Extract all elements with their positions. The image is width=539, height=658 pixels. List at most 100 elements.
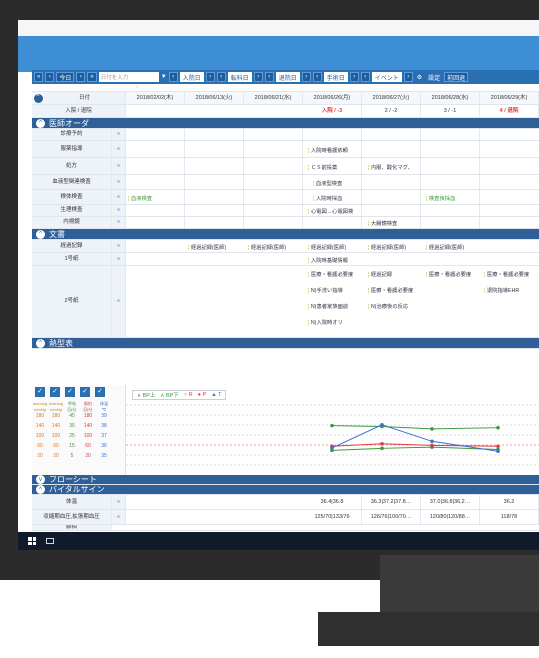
prev-surgery-button[interactable]: ‹: [312, 72, 322, 82]
series-checkbox[interactable]: ✓: [80, 387, 90, 397]
next-button[interactable]: ›: [76, 72, 86, 82]
settings-label[interactable]: 設定: [426, 73, 442, 82]
task-view-icon[interactable]: [46, 538, 54, 544]
last-page-button[interactable]: »: [87, 72, 97, 82]
next-transfer-button[interactable]: ›: [253, 72, 263, 82]
first-page-button[interactable]: «: [34, 72, 44, 82]
grid-line: [479, 175, 480, 189]
document-row: 経過記録 « 経過記録(医師) 経過記録(医師) 経過記録(医師) 経過記録(医師) 経過…: [32, 240, 539, 253]
section-orders[interactable]: ^ 医師オーダ: [32, 118, 539, 129]
expand-icon[interactable]: «: [112, 158, 126, 174]
expand-icon[interactable]: «: [112, 205, 126, 216]
chevron-up-icon[interactable]: ^: [36, 485, 45, 494]
order-row-label: 検体検査: [32, 190, 112, 204]
date-col-1[interactable]: 2018/06/13(火): [185, 92, 244, 104]
prev-transfer-button[interactable]: ‹: [216, 72, 226, 82]
series-checkbox[interactable]: ✓: [50, 387, 60, 397]
next-surgery-button[interactable]: ›: [349, 72, 359, 82]
expand-icon[interactable]: «: [112, 495, 126, 509]
date-col-3[interactable]: 2018/06/26(月): [303, 92, 362, 104]
scale-tick: 100: [35, 433, 45, 439]
next-admission-button[interactable]: ›: [205, 72, 215, 82]
expand-icon[interactable]: «: [112, 240, 126, 252]
gear-icon[interactable]: ⚙: [415, 74, 424, 81]
chevron-down-icon[interactable]: v: [36, 475, 45, 484]
date-col-6[interactable]: 2018/06/29(木): [480, 92, 539, 104]
nursing-doc-entry[interactable]: N)手洗い指導: [308, 286, 343, 294]
progress-note-entry[interactable]: 経過記録(医師): [308, 243, 346, 251]
last-discharge-button[interactable]: 前回退: [444, 72, 469, 82]
order-entry[interactable]: 内服、酸化マグ、: [368, 163, 413, 171]
dropdown-caret-icon[interactable]: ▼: [161, 74, 167, 80]
next-discharge-button[interactable]: ›: [301, 72, 311, 82]
scroll-left-icon[interactable]: ‹: [132, 84, 142, 91]
series-checkbox[interactable]: ✓: [65, 387, 75, 397]
order-entry[interactable]: ＣＳ前投薬: [308, 163, 338, 171]
expand-icon[interactable]: «: [112, 129, 126, 140]
order-entry[interactable]: 血液型検査: [313, 179, 343, 187]
grid-line: [184, 217, 185, 228]
nursing-doc-entry[interactable]: N)入院時オリ: [308, 318, 343, 326]
nursing-doc-entry[interactable]: 医療・看護必要度: [484, 270, 529, 278]
nursing-doc-entry[interactable]: N)治療後の反応: [368, 302, 408, 310]
order-entry[interactable]: 大腸鏡検査: [368, 219, 398, 227]
next-event-button[interactable]: ›: [403, 72, 413, 82]
nursing-doc-entry[interactable]: 医療・看護必要度: [426, 270, 471, 278]
order-row-label: 生理検査: [32, 205, 112, 216]
nursing-doc-entry[interactable]: 医療・看護必要度: [308, 270, 353, 278]
progress-note-entry[interactable]: 経過記録(医師): [426, 243, 464, 251]
nursing-doc-entry[interactable]: 経過記録: [368, 270, 392, 278]
screen: « ‹ 今日 › » 日付を入力 ▼ ‹ 入院日 › ‹ 転科日 › ‹ 退院日…: [18, 20, 539, 550]
expand-icon[interactable]: «: [112, 175, 126, 189]
section-documents[interactable]: ^ 文書: [32, 229, 539, 240]
order-row: 生理検査 « 心電図→心電図検: [32, 205, 539, 217]
order-entry[interactable]: 検査後採血: [426, 194, 456, 202]
today-button[interactable]: 今日: [56, 72, 75, 82]
chevron-up-icon[interactable]: ^: [36, 118, 45, 128]
prev-discharge-button[interactable]: ‹: [264, 72, 274, 82]
order-entry[interactable]: 入院時採血: [313, 194, 343, 202]
collapse-icon[interactable]: ^: [32, 92, 44, 104]
prev-button[interactable]: ‹: [45, 72, 55, 82]
progress-note-entry[interactable]: 経過記録(医師): [188, 243, 226, 251]
expand-icon[interactable]: «: [112, 266, 126, 337]
grid-line: [243, 175, 244, 189]
series-toggles: ✓ morning mmHg 180 140 100 60 20 ✓ evening mmHg 180…: [32, 385, 126, 475]
section-flowsheet[interactable]: v フローシート: [32, 475, 539, 485]
expand-icon[interactable]: «: [112, 253, 126, 265]
prev-event-button[interactable]: ‹: [360, 72, 370, 82]
progress-note-entry[interactable]: 経過記録(医師): [368, 243, 406, 251]
date-input[interactable]: 日付を入力: [98, 72, 159, 82]
windows-start-icon[interactable]: [28, 537, 36, 545]
order-entry[interactable]: 入院時看護依頼: [308, 146, 348, 154]
admission-info-entry[interactable]: 入院時基礎情報: [308, 256, 348, 264]
expand-icon[interactable]: «: [112, 141, 126, 157]
order-entry[interactable]: 血液検査: [128, 194, 152, 202]
grid-line: [243, 158, 244, 174]
grid-line: [184, 129, 185, 140]
grid-line: [479, 129, 480, 140]
prev-admission-button[interactable]: ‹: [168, 72, 178, 82]
series-checkbox[interactable]: ✓: [35, 387, 45, 397]
scale-tick: 180: [51, 413, 61, 419]
section-temperature[interactable]: ^ 熱型表: [32, 338, 539, 349]
grid-line: [243, 205, 244, 216]
expand-icon[interactable]: «: [112, 510, 126, 524]
expand-icon[interactable]: «: [112, 217, 126, 228]
document-row-label: 2号紙: [32, 266, 112, 337]
nursing-doc-entry[interactable]: 医療・看護必要度: [368, 286, 413, 294]
expand-icon[interactable]: «: [112, 190, 126, 204]
date-col-0[interactable]: 2018/02/02(木): [126, 92, 185, 104]
timeline-grid: ‹ ^ 日付 2018/02/02(木) 2018/06/13(火) 2018/…: [32, 84, 539, 349]
series-checkbox[interactable]: ✓: [95, 387, 105, 397]
progress-note-entry[interactable]: 経過記録(医師): [248, 243, 286, 251]
section-vitals[interactable]: ^ バイタルサイン: [32, 485, 539, 495]
order-entry[interactable]: 心電図→心電図検: [308, 207, 353, 215]
date-col-5[interactable]: 2018/06/28(水): [421, 92, 480, 104]
date-col-2[interactable]: 2018/06/21(水): [244, 92, 303, 104]
chevron-up-icon[interactable]: ^: [36, 229, 45, 239]
nursing-doc-entry[interactable]: N)患者家族面談: [308, 302, 348, 310]
chevron-up-icon[interactable]: ^: [36, 338, 45, 348]
nursing-doc-entry[interactable]: 退院指導EHR: [484, 286, 519, 294]
date-col-4[interactable]: 2018/06/27(火): [362, 92, 421, 104]
